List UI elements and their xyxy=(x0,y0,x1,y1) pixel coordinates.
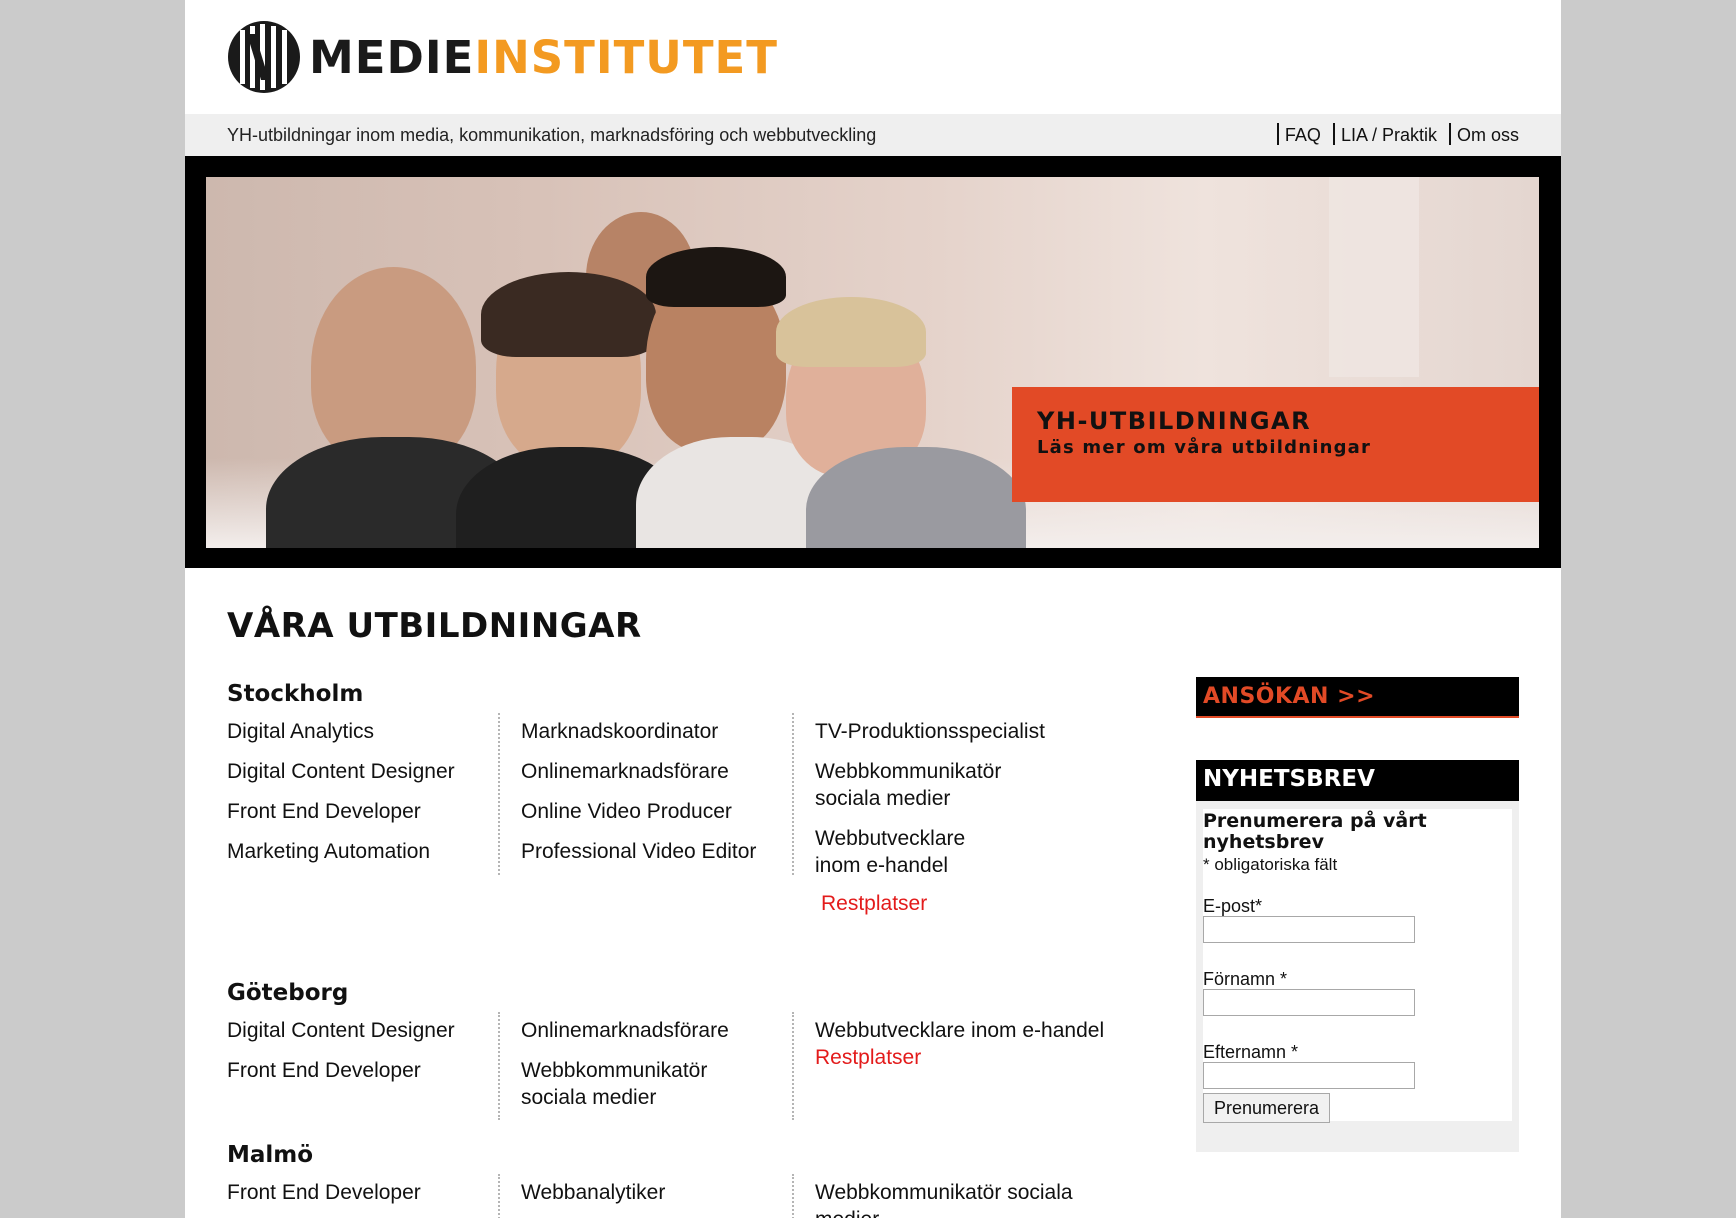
course-link[interactable]: TV-Produktionsspecialist xyxy=(815,718,1115,745)
restplatser-link[interactable]: Restplatser xyxy=(815,1044,1145,1071)
firstname-field[interactable] xyxy=(1203,989,1415,1016)
top-nav: FAQ LIA / Praktik Om oss xyxy=(1265,123,1519,145)
malmo-col-2: Webbanalytiker xyxy=(521,1179,781,1218)
required-note: * obligatoriska fält xyxy=(1203,855,1338,874)
logo-mark-icon xyxy=(228,21,300,93)
apply-button-label: ANSÖKAN >> xyxy=(1203,684,1375,709)
course-link[interactable]: Webbkommunikatör sociala medier xyxy=(521,1057,781,1111)
logo[interactable]: MEDIEINSTITUTET xyxy=(227,20,778,94)
nav-faq[interactable]: FAQ xyxy=(1276,123,1321,145)
course-link[interactable]: Front End Developer xyxy=(227,1179,482,1206)
newsletter-heading: NYHETSBREV xyxy=(1196,760,1519,801)
logo-wordmark: MEDIEINSTITUTET xyxy=(309,30,778,84)
goteborg-col-2: Onlinemarknadsförare Webbkommunikatör soc… xyxy=(521,1017,781,1124)
firstname-label: Förnamn * xyxy=(1203,969,1288,989)
city-heading-stockholm: Stockholm xyxy=(227,681,364,707)
newsletter-title: Prenumerera på vårt nyhetsbrev xyxy=(1203,810,1427,853)
restplatser-link[interactable]: Restplatser xyxy=(821,890,1115,917)
email-field[interactable] xyxy=(1203,916,1415,943)
nav-om-oss[interactable]: Om oss xyxy=(1448,123,1519,145)
lastname-field[interactable] xyxy=(1203,1062,1415,1089)
goteborg-col-3: Webbutvecklare inom e-handel Restplatser xyxy=(815,1017,1145,1084)
column-divider xyxy=(792,1012,794,1120)
top-bar: YH-utbildningar inom media, kommunikatio… xyxy=(185,114,1561,156)
column-divider xyxy=(792,1174,794,1218)
stockholm-col-2: Marknadskoordinator Onlinemarknadsförare… xyxy=(521,718,781,878)
hero-cta[interactable]: YH-UTBILDNINGAR Läs mer om våra utbildni… xyxy=(1012,387,1539,502)
malmo-col-3: Webbkommunikatör socialamedier xyxy=(815,1179,1145,1218)
malmo-col-1: Front End Developer xyxy=(227,1179,482,1218)
column-divider xyxy=(498,713,500,875)
lastname-label: Efternamn * xyxy=(1203,1042,1299,1062)
page: MEDIEINSTITUTET YH-utbildningar inom med… xyxy=(185,0,1561,1218)
subscribe-button[interactable]: Prenumerera xyxy=(1203,1093,1331,1123)
course-link[interactable]: Webbkommunikatör sociala medier xyxy=(815,758,1115,812)
newsletter-form: Prenumerera på vårt nyhetsbrev * obligat… xyxy=(1203,809,1512,1123)
course-link[interactable]: Professional Video Editor xyxy=(521,838,781,865)
column-divider xyxy=(498,1012,500,1120)
course-link[interactable]: Webbutvecklare inom e-handel xyxy=(815,825,1115,879)
course-link[interactable]: Webbutvecklare inom e-handel xyxy=(815,1017,1145,1044)
course-link[interactable]: Marketing Automation xyxy=(227,838,482,865)
stockholm-col-3: TV-Produktionsspecialist Webbkommunikatö… xyxy=(815,718,1115,930)
city-heading-malmo: Malmö xyxy=(227,1142,314,1168)
tagline: YH-utbildningar inom media, kommunikatio… xyxy=(227,125,877,145)
hero-photo[interactable]: YH-UTBILDNINGAR Läs mer om våra utbildni… xyxy=(206,177,1539,548)
newsletter-panel: Prenumerera på vårt nyhetsbrev * obligat… xyxy=(1196,801,1519,1152)
course-link[interactable]: Webbanalytiker xyxy=(521,1179,781,1206)
section-title: VÅRA UTBILDNINGAR xyxy=(227,606,642,646)
goteborg-col-1: Digital Content Designer Front End Devel… xyxy=(227,1017,482,1097)
apply-button[interactable]: ANSÖKAN >> xyxy=(1196,677,1519,718)
hero-banner: YH-UTBILDNINGAR Läs mer om våra utbildni… xyxy=(185,156,1561,568)
course-link[interactable]: Digital Analytics xyxy=(227,718,482,745)
column-divider xyxy=(792,713,794,875)
course-link[interactable]: Front End Developer xyxy=(227,798,482,825)
hero-cta-title: YH-UTBILDNINGAR xyxy=(1037,407,1312,435)
course-link[interactable]: Digital Content Designer xyxy=(227,1017,482,1044)
course-link[interactable]: Marknadskoordinator xyxy=(521,718,781,745)
email-label: E-post* xyxy=(1203,896,1263,916)
course-link[interactable]: Online Video Producer xyxy=(521,798,781,825)
column-divider xyxy=(498,1174,500,1218)
nav-lia-praktik[interactable]: LIA / Praktik xyxy=(1332,123,1437,145)
course-link[interactable]: Digital Content Designer xyxy=(227,758,482,785)
city-heading-goteborg: Göteborg xyxy=(227,980,349,1006)
hero-cta-subtitle: Läs mer om våra utbildningar xyxy=(1037,437,1372,458)
course-link[interactable]: Webbkommunikatör socialamedier xyxy=(815,1179,1145,1218)
course-link[interactable]: Onlinemarknadsförare xyxy=(521,758,781,785)
course-link[interactable]: Onlinemarknadsförare xyxy=(521,1017,781,1044)
course-link[interactable]: Front End Developer xyxy=(227,1057,482,1084)
stockholm-col-1: Digital Analytics Digital Content Design… xyxy=(227,718,482,878)
